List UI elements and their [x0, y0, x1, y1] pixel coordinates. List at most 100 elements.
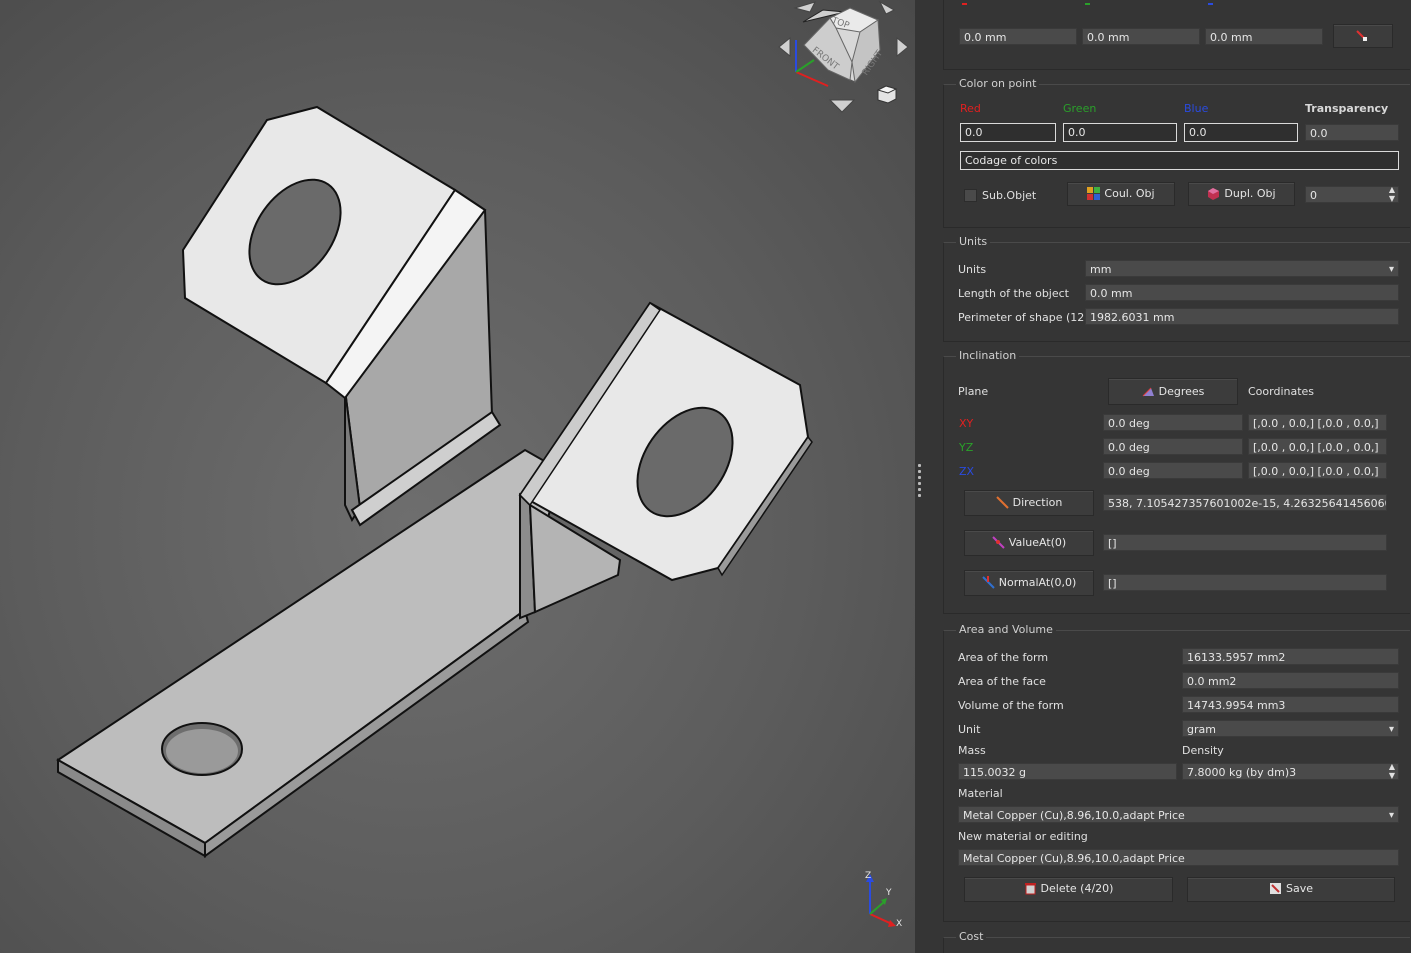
delete-label: Delete (4/20) [1040, 882, 1114, 895]
cost-group: Cost [943, 930, 1410, 953]
yz-label: YZ [959, 441, 974, 454]
save-button[interactable]: Save [1187, 877, 1395, 902]
rotate-left-icon [793, 1, 816, 13]
valueat-label: ValueAt(0) [1008, 536, 1067, 549]
axis-triad: Z Y X [865, 871, 902, 929]
spin-arrows-icon[interactable]: ▲ ▼ [1389, 764, 1395, 779]
navigation-cube[interactable]: TOP FRONT RIGHT [770, 0, 910, 115]
dupl-obj-button[interactable]: Dupl. Obj [1188, 182, 1295, 206]
y-color-marker [1085, 3, 1090, 5]
valueat-field[interactable]: [] [1103, 534, 1387, 551]
area-face-field[interactable]: 0.0 mm2 [1182, 672, 1399, 689]
cost-title: Cost [956, 930, 987, 943]
coul-obj-button[interactable]: Coul. Obj [1067, 182, 1175, 206]
z-color-marker [1208, 3, 1213, 5]
units-title: Units [956, 235, 991, 248]
position-y-field[interactable]: 0.0 mm [1082, 28, 1200, 45]
pick-point-button[interactable] [1333, 24, 1393, 48]
material-select[interactable]: Metal Copper (Cu),8.96,10.0,adapt Price … [958, 806, 1399, 823]
coordinates-label: Coordinates [1248, 385, 1315, 398]
inclination-title: Inclination [956, 349, 1020, 362]
new-material-label: New material or editing [958, 830, 1088, 843]
color-on-point-group: Color on point Red Green Blue Transparen… [943, 77, 1410, 228]
valueat-icon [992, 536, 1005, 549]
yz-coords-field[interactable]: [,0.0 , 0.0,] [,0.0 , 0.0,] [1248, 438, 1387, 455]
codage-of-colors-field[interactable]: Codage of colors [960, 151, 1399, 170]
dupl-obj-label: Dupl. Obj [1224, 187, 1276, 200]
zx-coords-field[interactable]: [,0.0 , 0.0,] [,0.0 , 0.0,] [1248, 462, 1387, 479]
normalat-icon [982, 576, 995, 589]
volume-field[interactable]: 14743.9954 mm3 [1182, 696, 1399, 713]
area-volume-group: Area and Volume Area of the form 16133.5… [943, 623, 1410, 922]
zx-label: ZX [959, 465, 975, 478]
density-value: 7.8000 kg (by dm)3 [1187, 766, 1297, 779]
direction-button[interactable]: Direction [964, 490, 1094, 516]
3d-viewport[interactable]: TOP FRONT RIGHT Z Y X [0, 0, 915, 953]
direction-icon [995, 496, 1009, 509]
spin-arrows-icon[interactable]: ▲ ▼ [1389, 187, 1395, 202]
units-select[interactable]: mm ▾ [1085, 260, 1399, 277]
rotate-right-icon [878, 0, 896, 15]
nav-right-arrow-icon [896, 36, 909, 58]
units-group: Units Units mm ▾ Length of the object 0.… [943, 235, 1410, 342]
area-volume-title: Area and Volume [956, 623, 1056, 636]
position-x-field[interactable]: 0.0 mm [959, 28, 1077, 45]
red-field[interactable]: 0.0 [960, 123, 1056, 142]
units-label: Units [958, 263, 987, 276]
transparency-field[interactable]: 0.0 [1305, 124, 1399, 141]
yz-deg-field[interactable]: 0.0 deg [1103, 438, 1243, 455]
axis-z-label: Z [865, 871, 871, 881]
perimeter-label: Perimeter of shape (121) [958, 311, 1096, 324]
color-palette-icon [1087, 187, 1101, 200]
valueat-button[interactable]: ValueAt(0) [964, 530, 1094, 556]
normalat-field[interactable]: [] [1103, 574, 1387, 591]
units-select-value: mm [1090, 263, 1112, 276]
chevron-down-icon: ▾ [1388, 810, 1394, 821]
object-index-spinbox[interactable]: 0 ▲ ▼ [1305, 186, 1399, 203]
green-field[interactable]: 0.0 [1063, 123, 1177, 142]
mass-field[interactable]: 115.0032 g [958, 763, 1177, 780]
length-field[interactable]: 0.0 mm [1085, 284, 1399, 301]
length-label: Length of the object [958, 287, 1069, 300]
object-index-value: 0 [1310, 189, 1317, 202]
color-on-point-title: Color on point [956, 77, 1040, 90]
material-label: Material [958, 787, 1003, 800]
xy-label: XY [959, 417, 974, 430]
save-label: Save [1285, 882, 1313, 895]
area-form-field[interactable]: 16133.5957 mm2 [1182, 648, 1399, 665]
nav-left-arrow-icon [778, 36, 791, 58]
chevron-down-icon: ▾ [1388, 724, 1394, 735]
axis-x-label: X [896, 919, 902, 929]
new-material-field[interactable]: Metal Copper (Cu),8.96,10.0,adapt Price [958, 849, 1399, 866]
panel-splitter[interactable] [915, 0, 943, 953]
chevron-down-icon: ▾ [1388, 264, 1394, 275]
xy-coords-field[interactable]: [,0.0 , 0.0,] [,0.0 , 0.0,] [1248, 414, 1387, 431]
delete-icon [1024, 883, 1036, 895]
volume-label: Volume of the form [958, 699, 1064, 712]
x-color-marker [962, 3, 967, 5]
position-z-field[interactable]: 0.0 mm [1205, 28, 1323, 45]
xy-deg-field[interactable]: 0.0 deg [1103, 414, 1243, 431]
perimeter-field[interactable]: 1982.6031 mm [1085, 308, 1399, 325]
degrees-button[interactable]: Degrees [1108, 378, 1238, 405]
sheet-metal-bracket-model[interactable] [0, 0, 915, 953]
subobjet-label: Sub.Objet [982, 189, 1037, 202]
properties-panel: 0.0 mm 0.0 mm 0.0 mm Color on point Red … [943, 0, 1411, 953]
angle-icon [1142, 387, 1154, 397]
area-form-label: Area of the form [958, 651, 1049, 664]
blue-field[interactable]: 0.0 [1184, 123, 1298, 142]
zx-deg-field[interactable]: 0.0 deg [1103, 462, 1243, 479]
density-label: Density [1182, 744, 1224, 757]
inclination-group: Inclination Plane Degrees Coordinates XY… [943, 349, 1410, 614]
density-spinbox[interactable]: 7.8000 kg (by dm)3 ▲ ▼ [1182, 763, 1399, 780]
normalat-button[interactable]: NormalAt(0,0) [964, 570, 1094, 596]
position-group: 0.0 mm 0.0 mm 0.0 mm [943, 0, 1410, 70]
transparency-label: Transparency [1305, 102, 1389, 115]
area-face-label: Area of the face [958, 675, 1046, 688]
subobjet-checkbox[interactable] [964, 189, 977, 202]
red-label: Red [960, 102, 981, 115]
unit-select[interactable]: gram ▾ [1182, 720, 1399, 737]
base-hole-inner [166, 729, 238, 773]
direction-field[interactable]: 538, 7.105427357601002e-15, 4.2632564145… [1103, 494, 1387, 511]
delete-button[interactable]: Delete (4/20) [964, 877, 1173, 902]
